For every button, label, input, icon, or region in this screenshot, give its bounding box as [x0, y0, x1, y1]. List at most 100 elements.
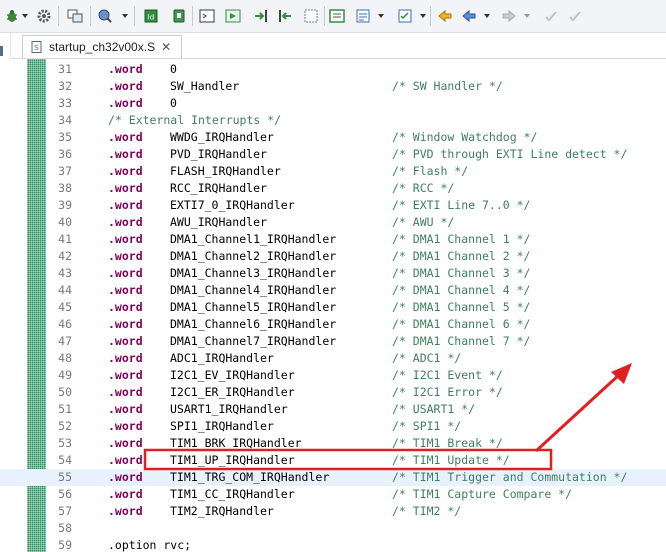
- directive-keyword: .word: [108, 249, 143, 263]
- code-line[interactable]: 58: [0, 520, 666, 537]
- handler-name: DMA1_Channel3_IRQHandler: [170, 266, 337, 280]
- code-line[interactable]: 44 .word DMA1_Channel4_IRQHandler /* DMA1 C…: [0, 282, 666, 299]
- handler-name: PVD_IRQHandler: [170, 147, 267, 161]
- search-icon[interactable]: [96, 7, 114, 25]
- code-line[interactable]: 34 /* External Interrupts */: [0, 112, 666, 129]
- chevron-down-icon[interactable]: [524, 14, 530, 18]
- code-line[interactable]: 42 .word DMA1_Channel2_IRQHandler /* DMA1 C…: [0, 248, 666, 265]
- chip-icon[interactable]: ld: [142, 7, 160, 25]
- download-icon[interactable]: [224, 7, 242, 25]
- step-over-icon[interactable]: [276, 7, 294, 25]
- back-arrow-icon[interactable]: [460, 7, 478, 25]
- panel-marker: [0, 46, 3, 56]
- code-comment: /* EXTI Line 7..0 */: [392, 198, 531, 212]
- directive-keyword: .word: [108, 164, 143, 178]
- code-comment: /* AWU */: [392, 215, 455, 229]
- assembly-file-icon: S: [31, 41, 42, 53]
- line-number: 52: [58, 419, 72, 433]
- code-line[interactable]: 36 .word PVD_IRQHandler /* PVD through EXTI…: [0, 146, 666, 163]
- handler-name: I2C1_EV_IRQHandler: [170, 368, 295, 382]
- console-icon[interactable]: [66, 7, 84, 25]
- code-editor[interactable]: 31 .word 0 32 .word SW_Handler /* SW Handler *…: [0, 59, 666, 552]
- forward-arrow-icon[interactable]: [500, 7, 518, 25]
- code-line[interactable]: 57 .word TIM2_IRQHandler /* TIM2 */: [0, 503, 666, 520]
- close-icon[interactable]: ✕: [161, 40, 171, 54]
- handler-name: DMA1_Channel1_IRQHandler: [170, 232, 337, 246]
- chevron-down-icon[interactable]: [378, 14, 384, 18]
- code-line[interactable]: 59 .option rvc;: [0, 537, 666, 552]
- page-icon[interactable]: [302, 7, 320, 25]
- window-icon[interactable]: [328, 7, 346, 25]
- chevron-down-icon[interactable]: [420, 14, 426, 18]
- code-line[interactable]: 33 .word 0: [0, 95, 666, 112]
- gear-icon[interactable]: [36, 7, 52, 25]
- code-comment: /* TIM1 Trigger and Commutation */: [392, 470, 628, 484]
- directive-keyword: .word: [108, 215, 143, 229]
- toolbar-divider: [324, 6, 325, 26]
- terminal-icon[interactable]: [198, 7, 216, 25]
- tab-startup-file[interactable]: S startup_ch32v00x.S ✕: [22, 35, 182, 58]
- svg-text:S: S: [34, 44, 39, 52]
- chevron-down-icon[interactable]: [122, 14, 128, 18]
- code-comment: /* DMA1 Channel 7 */: [392, 334, 531, 348]
- code-line[interactable]: 45 .word DMA1_Channel5_IRQHandler /* DMA1 C…: [0, 299, 666, 316]
- code-comment: /* DMA1 Channel 1 */: [392, 232, 531, 246]
- toolbar-divider: [90, 6, 91, 26]
- handler-name: SPI1_IRQHandler: [170, 419, 274, 433]
- code-line[interactable]: 52 .word SPI1_IRQHandler /* SPI1 */: [0, 418, 666, 435]
- code-line[interactable]: 46 .word DMA1_Channel6_IRQHandler /* DMA1 C…: [0, 316, 666, 333]
- code-line[interactable]: 35 .word WWDG_IRQHandler /* Window Watchdog…: [0, 129, 666, 146]
- code-comment: /* I2C1 Event */: [392, 368, 503, 382]
- code-line[interactable]: 49 .word I2C1_EV_IRQHandler /* I2C1 Event *…: [0, 367, 666, 384]
- code-line[interactable]: 37 .word FLASH_IRQHandler /* Flash */: [0, 163, 666, 180]
- line-number: 38: [58, 181, 72, 195]
- code-line[interactable]: 32 .word SW_Handler /* SW Handler */: [0, 78, 666, 95]
- code-comment: /* External Interrupts */: [108, 113, 282, 127]
- redo-icon[interactable]: [566, 7, 584, 25]
- handler-name: DMA1_Channel2_IRQHandler: [170, 249, 337, 263]
- chevron-down-icon[interactable]: [484, 14, 490, 18]
- step-into-icon[interactable]: [252, 7, 270, 25]
- directive-keyword: .word: [108, 504, 143, 518]
- toolbar-divider: [192, 6, 193, 26]
- code-line[interactable]: 31 .word 0: [0, 61, 666, 78]
- code-line[interactable]: 53 .word TIM1_BRK_IRQHandler /* TIM1 Break …: [0, 435, 666, 452]
- directive-keyword: .word: [108, 300, 143, 314]
- code-line[interactable]: 54 .word TIM1_UP_IRQHandler /* TIM1 Update …: [0, 452, 666, 469]
- shield-icon[interactable]: [170, 7, 188, 25]
- undo-icon[interactable]: [542, 7, 560, 25]
- code-line[interactable]: 55 .word TIM1_TRG_COM_IRQHandler /* TIM1 Tr…: [0, 469, 666, 486]
- code-line[interactable]: 48 .word ADC1_IRQHandler /* ADC1 */: [0, 350, 666, 367]
- code-comment: /* RCC */: [392, 181, 455, 195]
- bug-icon[interactable]: [4, 7, 20, 25]
- handler-name: 0: [170, 62, 177, 76]
- code-comment: /* USART1 */: [392, 402, 476, 416]
- line-number: 40: [58, 215, 72, 229]
- directive-keyword: .word: [108, 453, 143, 467]
- directive-keyword: .word: [108, 232, 143, 246]
- line-number: 50: [58, 385, 72, 399]
- code-line[interactable]: 47 .word DMA1_Channel7_IRQHandler /* DMA1 C…: [0, 333, 666, 350]
- code-line[interactable]: 41 .word DMA1_Channel1_IRQHandler /* DMA1 C…: [0, 231, 666, 248]
- line-number: 35: [58, 130, 72, 144]
- line-number: 31: [58, 62, 72, 76]
- main-toolbar: ld: [0, 0, 666, 33]
- handler-name: SW_Handler: [170, 79, 240, 93]
- code-line[interactable]: 56 .word TIM1_CC_IRQHandler /* TIM1 Capture…: [0, 486, 666, 503]
- back-arrow-icon[interactable]: [436, 7, 454, 25]
- code-line[interactable]: 50 .word I2C1_ER_IRQHandler /* I2C1 Error *…: [0, 384, 666, 401]
- code-line[interactable]: 43 .word DMA1_Channel3_IRQHandler /* DMA1 C…: [0, 265, 666, 282]
- handler-name: 0: [170, 96, 177, 110]
- code-line[interactable]: 39 .word EXTI7_0_IRQHandler /* EXTI Line 7.…: [0, 197, 666, 214]
- code-line[interactable]: 51 .word USART1_IRQHandler /* USART1 */: [0, 401, 666, 418]
- code-line[interactable]: 40 .word AWU_IRQHandler /* AWU */: [0, 214, 666, 231]
- code-line[interactable]: 38 .word RCC_IRQHandler /* RCC */: [0, 180, 666, 197]
- directive-keyword: .word: [108, 470, 143, 484]
- chevron-down-icon[interactable]: [22, 14, 28, 18]
- line-number: 45: [58, 300, 72, 314]
- line-number: 49: [58, 368, 72, 382]
- directive-keyword: .word: [108, 198, 143, 212]
- list-icon[interactable]: [354, 7, 372, 25]
- task-icon[interactable]: [396, 7, 414, 25]
- directive-keyword: .word: [108, 368, 143, 382]
